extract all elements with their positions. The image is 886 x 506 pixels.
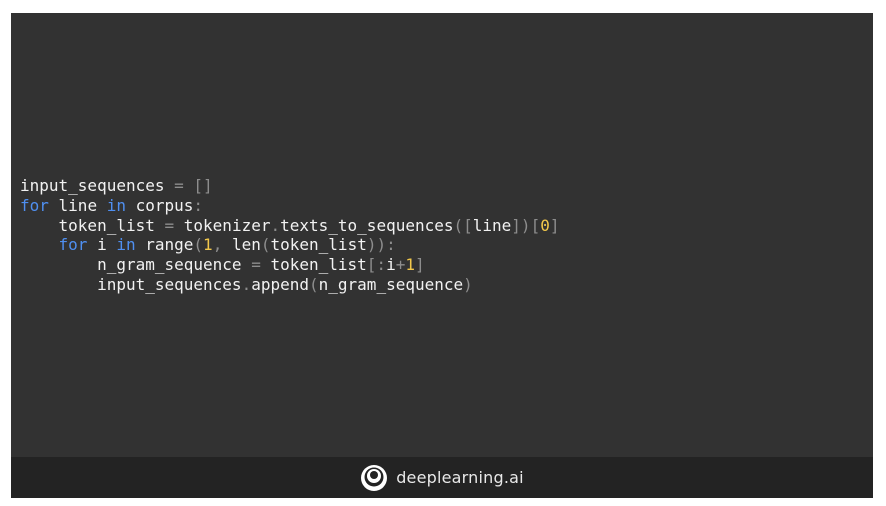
brand: deeplearning.ai — [360, 464, 524, 492]
code-token: token_list — [260, 255, 367, 275]
slide: input_sequences = [] for line in corpus: … — [11, 13, 873, 498]
code-token: token_list — [20, 215, 165, 235]
code-token: . — [241, 274, 252, 294]
code-token: 0 — [540, 215, 550, 235]
code-token: ] — [549, 215, 560, 235]
code-token: + — [395, 255, 406, 275]
brand-name: deeplearning.ai — [396, 468, 524, 487]
code-token: ( — [193, 235, 204, 255]
deeplearning-ai-logo-icon — [361, 464, 388, 491]
code-token: in — [116, 235, 136, 255]
code-token: = — [174, 176, 184, 195]
code-token: corpus — [125, 195, 194, 215]
code-token: : — [193, 195, 204, 215]
code-line-2: for line in corpus: — [20, 196, 559, 216]
code-line-1: input_sequences = [] — [20, 176, 559, 196]
code-token: token_list — [270, 235, 367, 255]
code-token: = — [164, 215, 175, 235]
code-token: line — [48, 195, 107, 215]
code-token: i — [386, 255, 396, 275]
code-token: [: — [366, 255, 387, 275]
footer-bar: deeplearning.ai — [11, 457, 873, 498]
code-token: ( — [309, 274, 319, 294]
code-line-6: input_sequences.append(n_gram_sequence) — [20, 275, 559, 295]
code-token: = — [251, 255, 261, 275]
code-token: )): — [366, 235, 396, 255]
code-token: ] — [414, 255, 425, 275]
code-token: append — [251, 274, 309, 294]
code-token: ( — [260, 235, 271, 255]
code-token: n_gram_sequence — [20, 255, 252, 275]
code-token: input_sequences — [20, 274, 242, 294]
code-token: , — [212, 235, 232, 255]
code-token: 1 — [203, 235, 213, 255]
code-block: input_sequences = [] for line in corpus: … — [20, 176, 559, 295]
code-token: ([ — [453, 215, 473, 235]
code-token: in — [106, 195, 126, 215]
code-token: . — [270, 215, 281, 235]
code-token: 1 — [405, 255, 415, 275]
code-line-3: token_list = tokenizer.texts_to_sequence… — [20, 215, 560, 236]
code-token: n_gram_sequence — [318, 274, 464, 294]
code-line-4: for i in range(1, len(token_list)): — [20, 235, 559, 255]
code-token: texts_to_sequences — [280, 215, 454, 235]
code-line-5: n_gram_sequence = token_list[:i+1] — [20, 255, 559, 275]
code-token: line — [472, 215, 512, 235]
code-token: tokenizer — [174, 215, 271, 235]
code-token: [] — [193, 176, 213, 195]
code-token: for — [58, 235, 88, 255]
code-token: ])[ — [511, 215, 541, 235]
code-token: for — [20, 195, 49, 215]
code-token: i — [87, 235, 117, 255]
code-token: input_sequences — [20, 176, 165, 195]
code-token: range — [135, 235, 194, 255]
code-token: ) — [463, 274, 473, 294]
code-token: len — [231, 235, 261, 255]
